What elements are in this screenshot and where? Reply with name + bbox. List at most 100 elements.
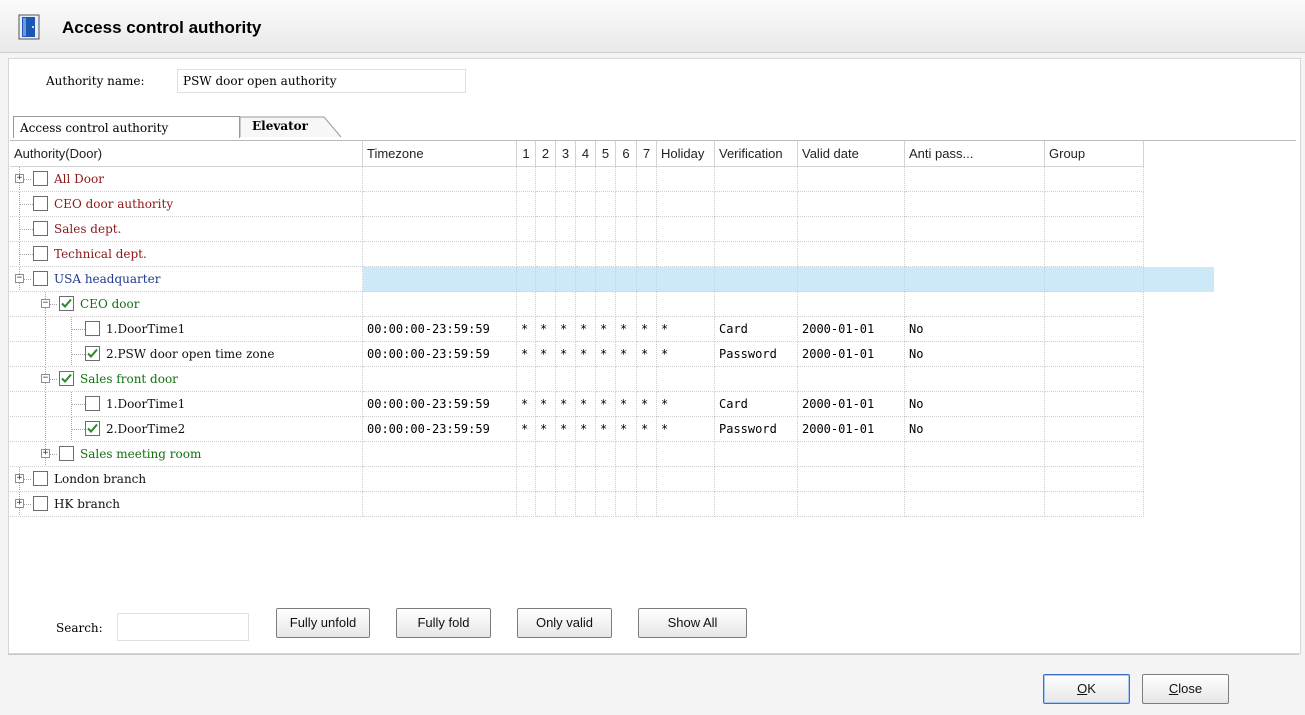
row-checkbox[interactable] [59, 296, 74, 311]
header-col-timezone[interactable]: Timezone [363, 141, 517, 167]
day-cell: * [536, 392, 556, 417]
row-checkbox[interactable] [33, 471, 48, 486]
expand-icon[interactable]: + [15, 499, 24, 508]
table-row[interactable]: Technical dept. [10, 242, 1214, 267]
ok-label: K [1087, 681, 1096, 696]
table-row[interactable]: − CEO door [10, 292, 1214, 317]
tree-line [71, 317, 72, 341]
tab-access-control-authority[interactable]: Access control authority [13, 116, 240, 138]
row-checkbox[interactable] [85, 396, 100, 411]
close-button[interactable]: Close [1142, 674, 1229, 704]
table-row[interactable]: + Sales meeting room [10, 442, 1214, 467]
anti-pass-cell: No [905, 342, 1045, 367]
expand-icon[interactable]: + [15, 174, 24, 183]
table-row[interactable]: 2.PSW door open time zone 00:00:00-23:59:… [10, 342, 1214, 367]
header-col-anti-pass[interactable]: Anti pass... [905, 141, 1045, 167]
fully-unfold-button[interactable]: Fully unfold [276, 608, 370, 638]
valid-date-cell [798, 292, 905, 317]
expand-icon[interactable]: + [15, 474, 24, 483]
table-row[interactable]: + London branch [10, 467, 1214, 492]
header-col-group[interactable]: Group [1045, 141, 1144, 167]
fully-fold-button[interactable]: Fully fold [396, 608, 491, 638]
row-checkbox[interactable] [33, 246, 48, 261]
collapse-icon[interactable]: − [41, 299, 50, 308]
search-input[interactable] [117, 613, 249, 641]
table-row[interactable]: CEO door authority [10, 192, 1214, 217]
row-checkbox[interactable] [85, 421, 100, 436]
header-col-day-4[interactable]: 4 [576, 141, 596, 167]
row-checkbox[interactable] [33, 171, 48, 186]
day-cell [616, 367, 637, 392]
valid-date-cell [798, 242, 905, 267]
table-row[interactable]: 1.DoorTime1 00:00:00-23:59:59 * * * * * * * * Card… [10, 317, 1214, 342]
day-cell: * [616, 417, 637, 442]
row-checkbox[interactable] [85, 321, 100, 336]
anti-pass-cell: No [905, 317, 1045, 342]
valid-date-cell: 2000-01-01 [798, 392, 905, 417]
row-checkbox[interactable] [59, 371, 74, 386]
day-cell: * [517, 317, 536, 342]
group-cell [1045, 217, 1144, 242]
header-col-day-7[interactable]: 7 [637, 141, 657, 167]
header-col-day-1[interactable]: 1 [517, 141, 536, 167]
table-row[interactable]: + All Door [10, 167, 1214, 192]
collapse-icon[interactable]: − [41, 374, 50, 383]
holiday-cell [657, 267, 715, 292]
anti-pass-cell: No [905, 417, 1045, 442]
valid-date-cell [798, 217, 905, 242]
day-cell [637, 192, 657, 217]
tab-elevator[interactable]: Elevator [240, 116, 342, 138]
valid-date-cell: 2000-01-01 [798, 342, 905, 367]
table-row[interactable]: 2.DoorTime2 00:00:00-23:59:59 * * * * * * * * Pass… [10, 417, 1214, 442]
row-checkbox[interactable] [33, 496, 48, 511]
day-cell: * [536, 317, 556, 342]
day-cell [556, 242, 576, 267]
header-col-valid-date[interactable]: Valid date [798, 141, 905, 167]
header-col-day-3[interactable]: 3 [556, 141, 576, 167]
table-row[interactable]: Sales dept. [10, 217, 1214, 242]
verification-cell [715, 292, 798, 317]
row-label: CEO door [80, 297, 140, 311]
verification-cell [715, 467, 798, 492]
day-cell: * [596, 392, 616, 417]
valid-date-cell [798, 167, 905, 192]
collapse-icon[interactable]: − [15, 274, 24, 283]
row-label: CEO door authority [54, 197, 174, 211]
timezone-cell [363, 242, 517, 267]
header-col-verification[interactable]: Verification [715, 141, 798, 167]
group-cell [1045, 392, 1144, 417]
header-col-day-6[interactable]: 6 [616, 141, 637, 167]
ok-button[interactable]: OK [1043, 674, 1130, 704]
table-row[interactable]: − USA headquarter [10, 267, 1214, 292]
day-cell: * [637, 317, 657, 342]
row-checkbox[interactable] [33, 221, 48, 236]
table-row[interactable]: 1.DoorTime1 00:00:00-23:59:59 * * * * * * * * Card… [10, 392, 1214, 417]
table-row[interactable]: − Sales front door [10, 367, 1214, 392]
anti-pass-cell [905, 242, 1045, 267]
table-row[interactable]: + HK branch [10, 492, 1214, 517]
day-cell: * [556, 392, 576, 417]
header-col-day-2[interactable]: 2 [536, 141, 556, 167]
authority-name-input[interactable] [177, 69, 466, 93]
header-col-holiday[interactable]: Holiday [657, 141, 715, 167]
anti-pass-cell: No [905, 392, 1045, 417]
only-valid-button[interactable]: Only valid [517, 608, 612, 638]
tree-line [45, 392, 46, 416]
header-col-day-5[interactable]: 5 [596, 141, 616, 167]
row-checkbox[interactable] [85, 346, 100, 361]
verification-cell [715, 217, 798, 242]
row-checkbox[interactable] [33, 196, 48, 211]
show-all-button[interactable]: Show All [638, 608, 747, 638]
day-cell [596, 367, 616, 392]
day-cell [616, 192, 637, 217]
anti-pass-cell [905, 442, 1045, 467]
tree-cell: − USA headquarter [10, 267, 363, 292]
header-col-authority[interactable]: Authority(Door) [10, 141, 363, 167]
row-checkbox[interactable] [59, 446, 74, 461]
group-cell [1045, 267, 1144, 292]
timezone-cell [363, 217, 517, 242]
verification-cell [715, 367, 798, 392]
expand-icon[interactable]: + [41, 449, 50, 458]
row-checkbox[interactable] [33, 271, 48, 286]
day-cell: * [596, 417, 616, 442]
